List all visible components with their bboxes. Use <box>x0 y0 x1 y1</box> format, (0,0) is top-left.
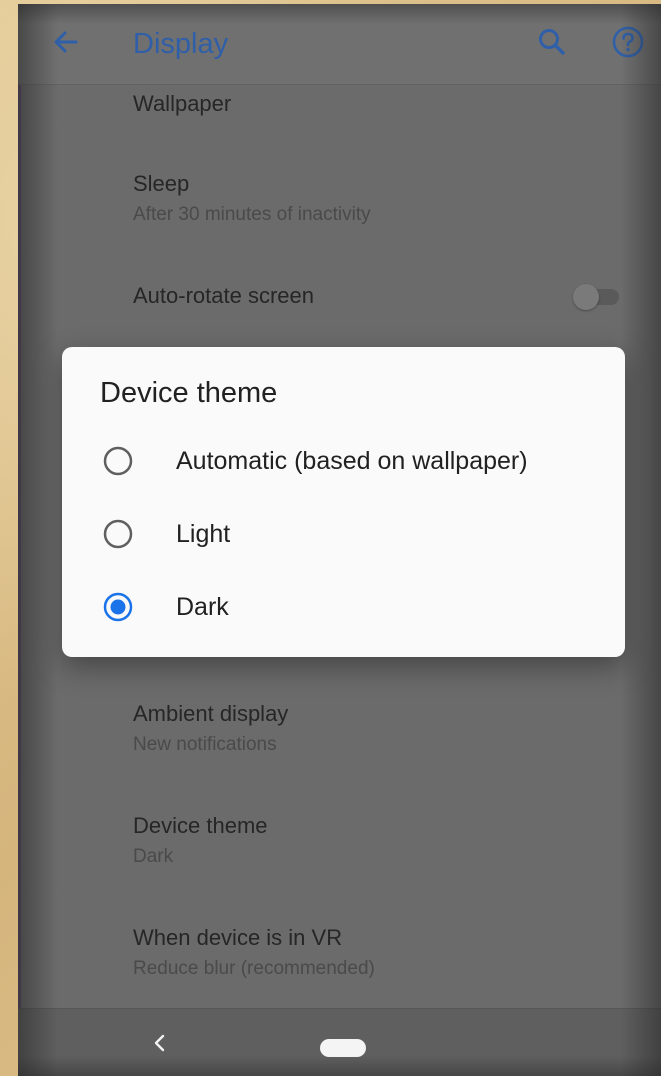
setting-subtitle: Reduce blur (recommended) <box>133 958 375 979</box>
setting-ambient-display[interactable]: Ambient display New notifications <box>133 700 288 758</box>
dialog-title: Device theme <box>100 377 278 409</box>
setting-auto-rotate[interactable]: Auto-rotate screen <box>133 282 314 310</box>
setting-wallpaper[interactable]: Wallpaper <box>133 90 231 118</box>
setting-title: Sleep <box>133 171 190 196</box>
setting-title: When device is in VR <box>133 925 343 950</box>
radio-checked-icon[interactable] <box>102 591 134 623</box>
setting-title: Ambient display <box>133 701 289 726</box>
auto-rotate-toggle[interactable] <box>573 282 621 310</box>
option-light[interactable]: Light <box>100 508 600 562</box>
setting-device-theme[interactable]: Device theme Dark <box>133 812 268 870</box>
arrow-back-icon[interactable] <box>46 22 86 62</box>
radio-unchecked-icon[interactable] <box>102 518 134 550</box>
home-pill-icon[interactable] <box>320 1039 366 1057</box>
setting-sleep[interactable]: Sleep After 30 minutes of inactivity <box>133 170 371 228</box>
app-bar: Display <box>18 4 661 85</box>
option-dark[interactable]: Dark <box>100 581 600 635</box>
setting-subtitle: New notifications <box>133 734 277 755</box>
setting-subtitle: After 30 minutes of inactivity <box>133 204 371 225</box>
navigation-bar <box>18 1008 661 1076</box>
page-title: Display <box>133 28 229 60</box>
radio-unchecked-icon[interactable] <box>102 445 134 477</box>
search-icon[interactable] <box>534 24 570 60</box>
device-theme-dialog: Device theme Automatic (based on wallpap… <box>62 347 625 657</box>
option-label: Automatic (based on wallpaper) <box>176 447 528 475</box>
toggle-thumb <box>573 284 599 310</box>
setting-subtitle: Dark <box>133 846 174 867</box>
setting-title: Wallpaper <box>133 91 232 116</box>
setting-title: Device theme <box>133 813 268 838</box>
option-automatic[interactable]: Automatic (based on wallpaper) <box>100 435 600 489</box>
help-icon[interactable] <box>610 24 646 60</box>
option-label: Light <box>176 520 231 548</box>
setting-title: Auto-rotate screen <box>133 283 314 308</box>
setting-vr[interactable]: When device is in VR Reduce blur (recomm… <box>133 924 375 982</box>
option-label: Dark <box>176 593 229 621</box>
nav-back-icon[interactable] <box>148 1031 172 1055</box>
